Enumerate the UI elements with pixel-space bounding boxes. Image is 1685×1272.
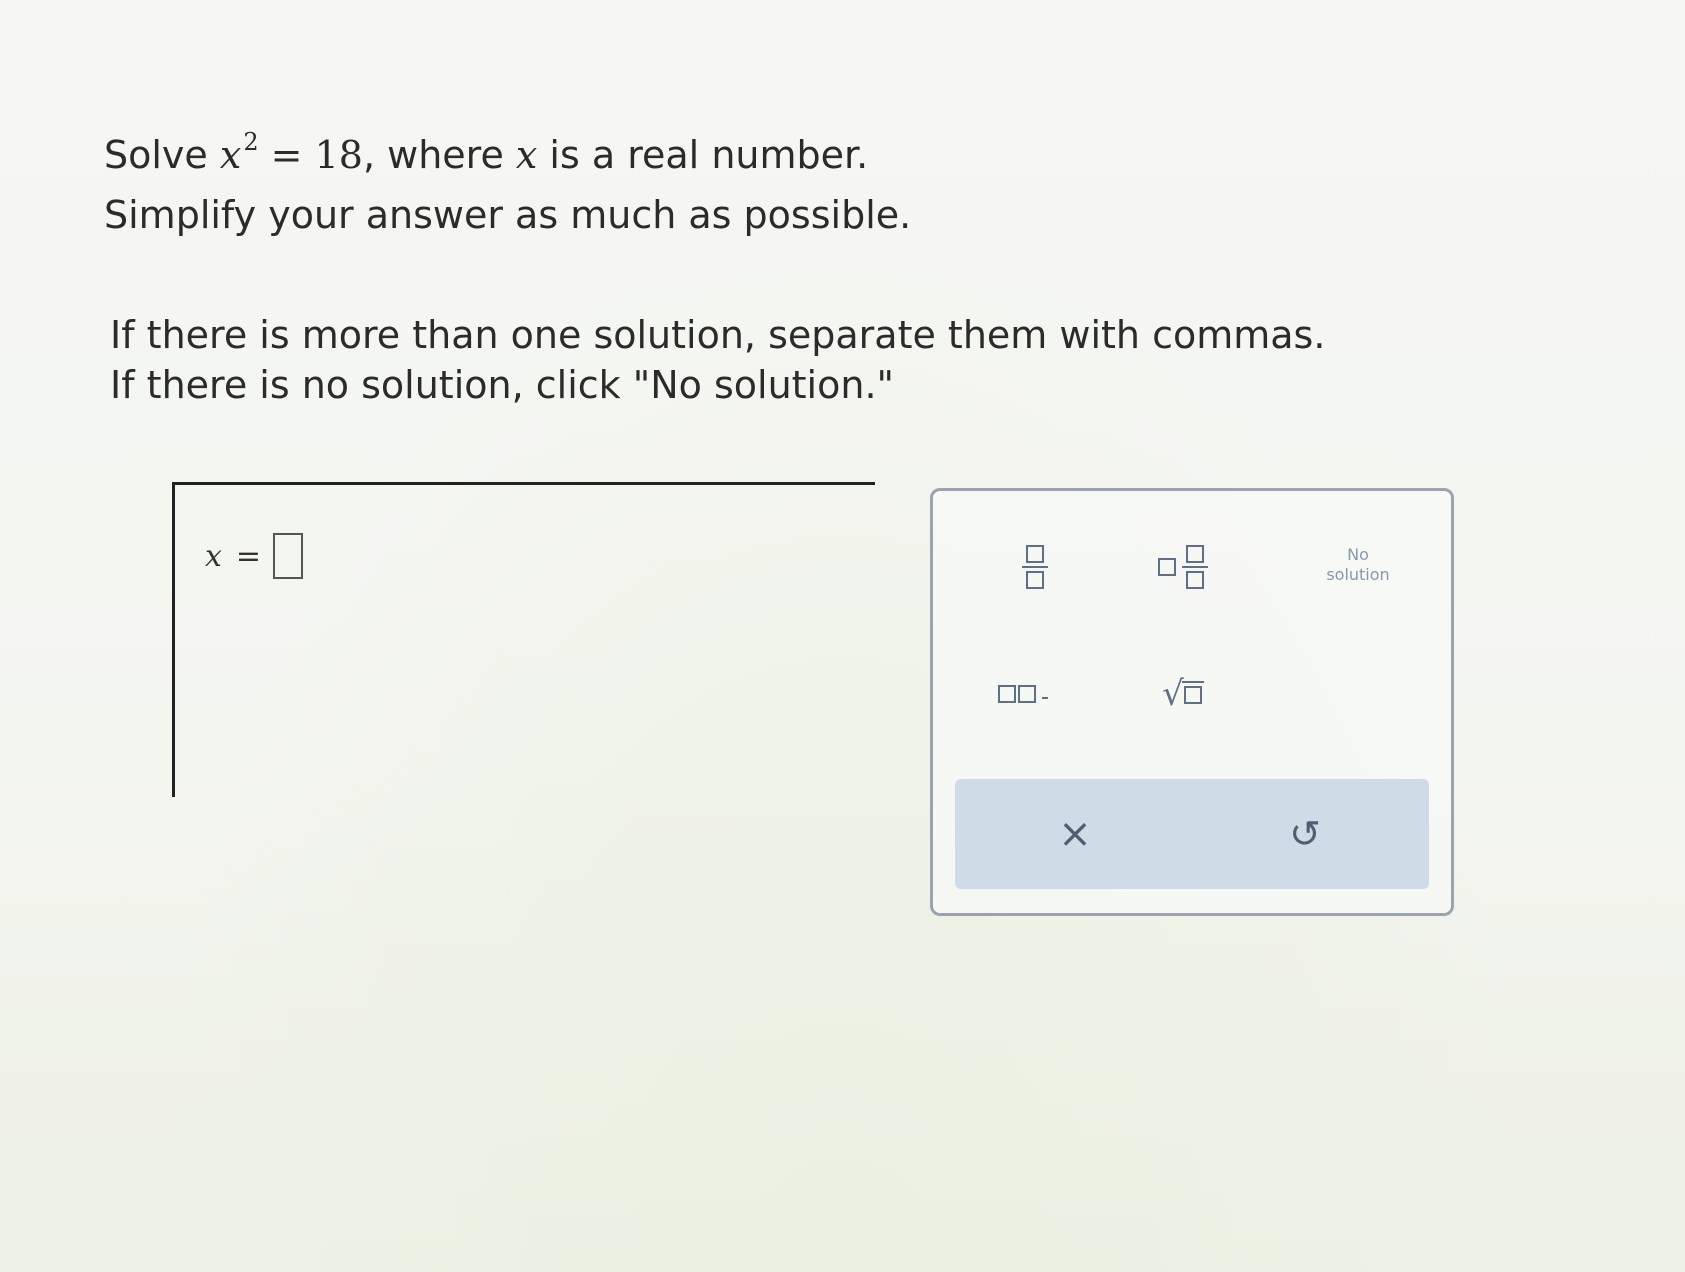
list-button[interactable] (973, 659, 1073, 729)
undo-icon: ↺ (1289, 812, 1321, 856)
question-line-2: Simplify your answer as much as possible… (104, 193, 912, 237)
fraction-button[interactable] (995, 527, 1075, 607)
clear-icon: × (1058, 811, 1092, 857)
answer-equals: = (235, 538, 262, 574)
answer-area: x = (172, 482, 875, 797)
no-solution-label-2: solution (1326, 565, 1390, 584)
math-palette: No solution √ × ↺ (930, 488, 1454, 916)
math-equals: = (258, 133, 315, 177)
no-solution-label-1: No (1347, 545, 1369, 564)
no-solution-button[interactable]: No solution (1293, 535, 1423, 595)
math-variable-2: x (515, 133, 538, 177)
instruction-line-1: If there is more than one solution, sepa… (110, 313, 1326, 357)
list-icon (998, 685, 1048, 703)
math-value: 18 (314, 133, 363, 177)
clear-button[interactable]: × (1035, 799, 1115, 869)
math-exponent: 2 (243, 128, 259, 156)
question-suffix: is a real number. (537, 133, 869, 177)
math-variable: x (219, 133, 242, 177)
undo-button[interactable]: ↺ (1265, 799, 1345, 869)
mixed-number-icon (1158, 545, 1208, 589)
action-bar: × ↺ (955, 779, 1429, 889)
answer-row: x = (205, 533, 304, 579)
question-line-1: Solve x2 = 18, where x is a real number. (104, 112, 911, 185)
question-middle: , where (362, 133, 516, 177)
square-root-icon: √ (1162, 674, 1204, 714)
instructions: If there is more than one solution, sepa… (110, 310, 1325, 410)
mixed-number-button[interactable] (1133, 527, 1233, 607)
page: Solve x2 = 18, where x is a real number.… (0, 0, 1685, 1272)
question-prefix: Solve (104, 133, 220, 177)
square-root-button[interactable]: √ (1138, 659, 1228, 729)
answer-input[interactable] (273, 533, 304, 579)
question-text: Solve x2 = 18, where x is a real number.… (104, 112, 911, 245)
answer-variable: x (205, 538, 222, 574)
fraction-icon (1022, 545, 1048, 589)
instruction-line-2: If there is no solution, click "No solut… (110, 363, 895, 407)
